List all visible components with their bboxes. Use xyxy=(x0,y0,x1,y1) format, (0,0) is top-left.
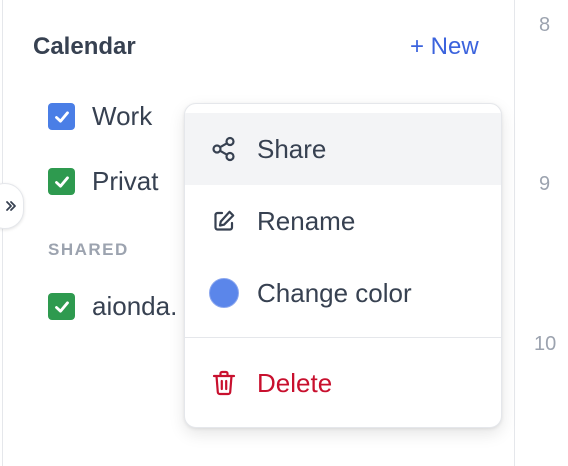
calendar-context-menu: Share Rename Change color Delete xyxy=(184,103,502,428)
menu-item-label: Rename xyxy=(257,205,356,236)
menu-item-label: Share xyxy=(257,133,327,164)
check-icon xyxy=(54,110,69,123)
menu-item-share[interactable]: Share xyxy=(185,113,501,185)
calendar-label: Work xyxy=(92,101,153,131)
calendar-checkbox[interactable] xyxy=(48,103,75,130)
chevron-right-double-icon xyxy=(6,201,16,211)
sidebar-left-border xyxy=(2,0,3,466)
check-icon xyxy=(54,175,69,188)
menu-item-label: Change color xyxy=(257,277,412,308)
menu-item-label: Delete xyxy=(257,367,333,398)
share-icon xyxy=(209,134,239,164)
color-dot-icon xyxy=(209,278,239,308)
menu-item-delete[interactable]: Delete xyxy=(185,347,501,419)
check-icon xyxy=(54,300,69,313)
trash-icon xyxy=(209,368,239,398)
sidebar-title: Calendar xyxy=(33,33,136,60)
time-label: 8 xyxy=(539,14,551,36)
calendar-checkbox[interactable] xyxy=(48,293,75,320)
menu-item-change-color[interactable]: Change color xyxy=(185,257,501,329)
menu-divider xyxy=(185,337,501,338)
calendar-label: Privat xyxy=(92,166,159,196)
time-label: 9 xyxy=(539,173,551,195)
calendar-item-work[interactable]: Work xyxy=(48,101,152,132)
menu-item-rename[interactable]: Rename xyxy=(185,185,501,257)
calendar-checkbox[interactable] xyxy=(48,168,75,195)
calendar-item-shared[interactable]: aionda. xyxy=(48,291,177,322)
shared-section-label: SHARED xyxy=(48,240,129,259)
calendar-item-privat[interactable]: Privat xyxy=(48,166,158,197)
new-calendar-button[interactable]: + New xyxy=(410,33,479,61)
time-grid-border xyxy=(514,0,515,466)
edit-icon xyxy=(209,206,239,236)
calendar-label: aionda. xyxy=(92,291,178,321)
time-label: 10 xyxy=(534,333,557,355)
